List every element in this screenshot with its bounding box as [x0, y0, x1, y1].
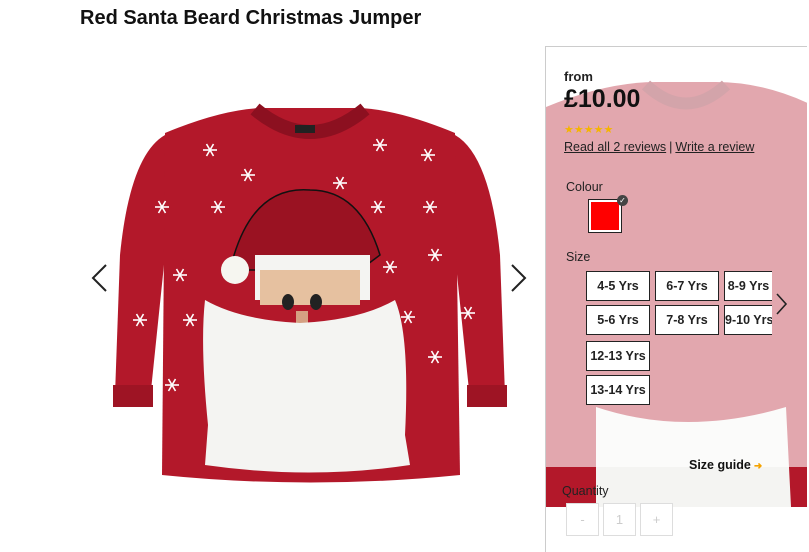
colour-label: Colour — [566, 180, 603, 194]
quantity-decrease-button[interactable]: - — [566, 503, 599, 536]
write-review-link[interactable]: Write a review — [675, 140, 754, 154]
quantity-increase-button[interactable]: + — [640, 503, 673, 536]
size-guide-label: Size guide — [689, 458, 751, 472]
page-title: Red Santa Beard Christmas Jumper — [80, 7, 422, 29]
chevron-right-icon — [511, 264, 527, 292]
rating-stars-icon: ★★★★★ — [564, 124, 614, 136]
price-from-label: from — [564, 69, 593, 84]
quantity-label: Quantity — [562, 484, 609, 498]
price: £10.00 — [564, 85, 641, 113]
arrow-right-icon: ➜ — [753, 461, 763, 472]
size-guide-link[interactable]: Size guide ➜ — [689, 458, 762, 472]
size-option[interactable]: 7-8 Yrs — [655, 305, 719, 335]
chevron-left-icon — [91, 264, 107, 292]
gallery-next-button[interactable] — [508, 263, 528, 293]
colour-swatch-red[interactable]: ✓ — [588, 195, 628, 233]
product-image — [113, 103, 507, 483]
size-option[interactable]: 6-7 Yrs — [655, 271, 719, 301]
size-label: Size — [566, 250, 591, 264]
size-option[interactable]: 4-5 Yrs — [586, 271, 650, 301]
size-option[interactable]: 5-6 Yrs — [586, 305, 650, 335]
size-option[interactable]: 8-9 Yrs — [724, 271, 772, 301]
quantity-input[interactable]: 1 — [603, 503, 636, 536]
gallery-prev-button[interactable] — [90, 263, 110, 293]
product-options-panel: from £10.00 ★★★★★ Read all 2 reviews | Wri… — [545, 46, 807, 552]
size-option[interactable]: 9-10 Yrs — [724, 305, 772, 335]
selected-check-icon: ✓ — [617, 195, 628, 206]
size-next-button[interactable] — [774, 292, 788, 321]
chevron-right-icon — [776, 293, 788, 315]
read-reviews-link[interactable]: Read all 2 reviews — [564, 140, 666, 154]
reviews-links: Read all 2 reviews | Write a review — [564, 140, 754, 154]
size-option[interactable]: 13-14 Yrs — [586, 375, 650, 405]
review-separator: | — [669, 140, 673, 154]
size-option[interactable]: 12-13 Yrs — [586, 341, 650, 371]
colour-swatch-fill — [591, 202, 619, 230]
